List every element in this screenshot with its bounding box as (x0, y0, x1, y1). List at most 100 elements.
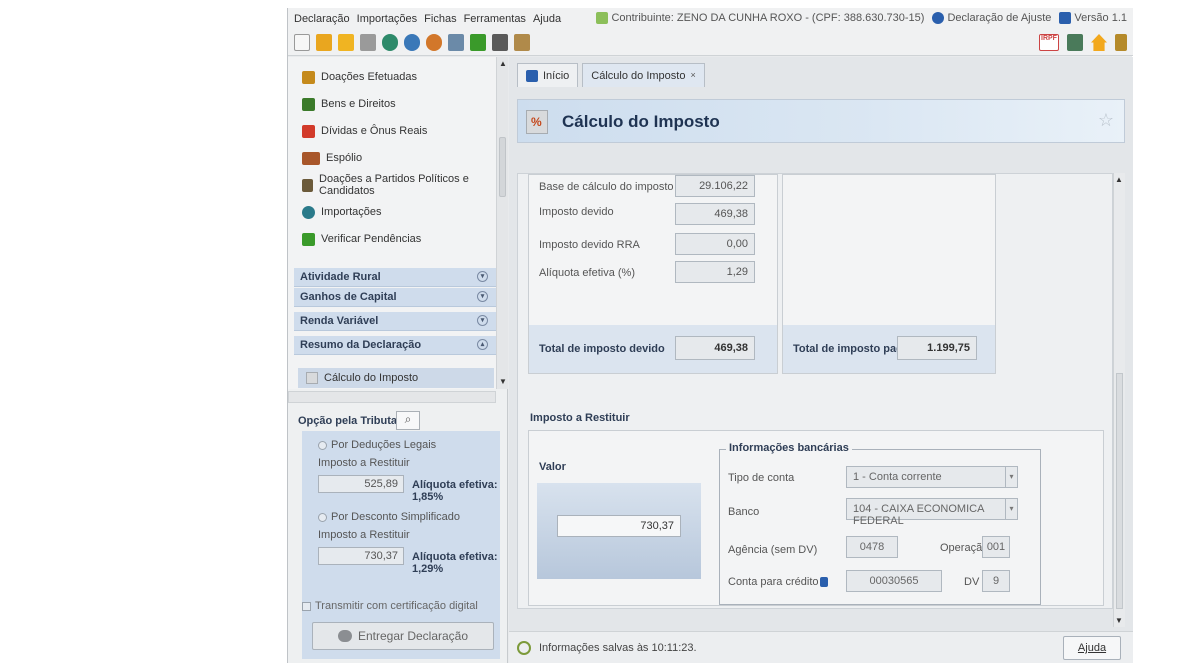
tab-bar: Início Cálculo do Imposto × (517, 63, 705, 87)
deducoes-sub: Imposto a Restituir (318, 457, 410, 469)
radio-icon[interactable] (318, 512, 327, 522)
tab-calculo[interactable]: Cálculo do Imposto × (582, 63, 705, 87)
agencia-field[interactable]: 0478 (846, 536, 898, 558)
sair-icon[interactable] (1115, 34, 1127, 51)
section-renda-variavel[interactable]: Renda Variável ▾ (294, 312, 496, 331)
sidebar-item-espolio[interactable]: Espólio (302, 148, 362, 168)
main-area: Início Cálculo do Imposto× Cálculo do Im… (509, 57, 1133, 663)
radio-simplificado[interactable]: Por Desconto Simplificado (318, 511, 460, 523)
entregar-button[interactable]: Entregar Declaração (312, 622, 494, 650)
imposto-devido-value: 469,38 (675, 203, 755, 225)
calculo-icon (526, 110, 548, 134)
calculator-icon[interactable] (492, 34, 508, 51)
close-icon[interactable]: × (690, 70, 695, 80)
info-icon[interactable] (820, 577, 828, 587)
sidebar-item-importacoes[interactable]: Importações (302, 202, 382, 222)
scroll-up-icon[interactable]: ▲ (498, 59, 508, 69)
bens-icon (302, 97, 315, 111)
checkbox-icon[interactable] (302, 601, 311, 611)
search-button[interactable]: ⌕ (396, 411, 420, 430)
menu-fichas[interactable]: Fichas (424, 13, 456, 25)
open-icon[interactable] (316, 34, 332, 51)
chevron-down-icon[interactable]: ▾ (1005, 499, 1017, 519)
radio-deducoes[interactable]: Por Deduções Legais (318, 439, 436, 451)
imposto-rra-value: 0,00 (675, 233, 755, 255)
sidebar-item-pendencias[interactable]: Verificar Pendências (302, 229, 421, 249)
saved-icon (517, 641, 531, 655)
check-icon[interactable] (470, 34, 486, 51)
check-icon (302, 232, 315, 246)
calculo-icon (306, 372, 318, 384)
search-icon: ⌕ (404, 412, 412, 426)
base-calculo-value: 29.106,22 (675, 175, 755, 197)
total-devido-value: 469,38 (675, 336, 755, 360)
scroll-down-icon[interactable]: ▼ (498, 377, 508, 387)
chevron-down-icon[interactable]: ▾ (477, 271, 488, 282)
scroll-down-icon[interactable]: ▼ (1115, 616, 1123, 625)
scroll-up-icon[interactable]: ▲ (1115, 175, 1123, 184)
versao-info: Versão 1.1 (1059, 12, 1127, 25)
aliquota-label: Alíquota efetiva (%) (539, 267, 635, 279)
globe-icon[interactable] (426, 34, 442, 51)
simplificado-aliq: Alíquota efetiva: 1,29% (412, 551, 498, 575)
total-pago-label: Total de imposto pago (793, 343, 910, 355)
partidos-icon (302, 178, 314, 192)
tipo-conta-select[interactable]: 1 - Conta corrente ▾ (846, 466, 1018, 488)
sidebar: Doações Efetuadas Bens e Direitos Dívida… (288, 57, 508, 663)
ajuda-button[interactable]: Ajuda (1063, 636, 1121, 660)
menu-ferramentas[interactable]: Ferramentas (464, 13, 526, 25)
home-icon[interactable] (1091, 34, 1107, 51)
radio-icon[interactable] (318, 440, 327, 450)
total-devido-band: Total de imposto devido 469,38 (529, 325, 777, 373)
print-icon[interactable] (448, 34, 464, 51)
imposto-devido-label: Imposto devido (539, 206, 614, 218)
receive-icon[interactable] (404, 34, 420, 51)
sidebar-hscrollbar[interactable] (288, 391, 496, 403)
chevron-down-icon[interactable]: ▾ (477, 291, 488, 302)
chevron-up-icon[interactable]: ▴ (477, 339, 488, 350)
banco-select[interactable]: 104 - CAIXA ECONOMICA FEDERAL ▾ (846, 498, 1018, 527)
menu-declaracao[interactable]: Declaração (294, 13, 350, 25)
doacoes-icon (302, 70, 315, 84)
transmit-icon[interactable] (382, 34, 398, 51)
operacao-field[interactable]: 001 (982, 536, 1010, 558)
sidebar-item-bens[interactable]: Bens e Direitos (302, 94, 396, 114)
total-pago-value: 1.199,75 (897, 336, 977, 360)
simplificado-value: 730,37 (318, 547, 404, 565)
sidebar-item-calculo[interactable]: Cálculo do Imposto (298, 368, 494, 388)
star-icon[interactable]: ☆ (1098, 110, 1114, 131)
new-icon[interactable] (294, 34, 310, 51)
calc-panel-pago: Total de imposto pago 1.199,75 (782, 174, 996, 374)
menu-bar: Declaração Importações Fichas Ferramenta… (288, 8, 1133, 30)
simplificado-sub: Imposto a Restituir (318, 529, 410, 541)
sidebar-item-partidos[interactable]: Doações a Partidos Políticos e Candidato… (302, 173, 496, 197)
chevron-down-icon[interactable]: ▾ (477, 315, 488, 326)
main-scrollbar[interactable]: ▲ ▼ (1113, 173, 1125, 627)
declaracao-info: Declaração de Ajuste (932, 12, 1051, 25)
section-ganhos-capital[interactable]: Ganhos de Capital ▾ (294, 288, 496, 307)
trash-icon[interactable] (360, 34, 376, 51)
base-calculo-label: Base de cálculo do imposto (539, 181, 674, 193)
imposto-rra-label: Imposto devido RRA (539, 239, 640, 251)
section-resumo[interactable]: Resumo da Declaração ▴ (294, 336, 496, 355)
scroll-thumb[interactable] (1116, 373, 1123, 609)
receita-icon[interactable] (1067, 34, 1083, 51)
sidebar-scrollbar[interactable]: ▲ ▼ (496, 57, 508, 389)
sidebar-item-dividas[interactable]: Dívidas e Ônus Reais (302, 121, 427, 141)
version-icon (1059, 12, 1072, 25)
book-icon[interactable] (514, 34, 530, 51)
conta-field[interactable]: 00030565 (846, 570, 942, 592)
menu-importacoes[interactable]: Importações (357, 13, 418, 25)
importacoes-icon (302, 205, 315, 219)
scroll-thumb[interactable] (499, 137, 506, 197)
menu-ajuda[interactable]: Ajuda (533, 13, 561, 25)
dv-field[interactable]: 9 (982, 570, 1010, 592)
chevron-down-icon[interactable]: ▾ (1005, 467, 1017, 487)
irpf-badge[interactable]: IRPF (1039, 34, 1059, 51)
section-atividade-rural[interactable]: Atividade Rural ▾ (294, 268, 496, 287)
folder-icon[interactable] (338, 34, 354, 51)
transmitir-checkbox[interactable]: Transmitir com certificação digital (302, 600, 478, 612)
sidebar-item-doacoes[interactable]: Doações Efetuadas (302, 67, 417, 87)
tab-inicio[interactable]: Início (517, 63, 579, 87)
restituir-panel: Valor 730,37 Informações bancárias Tipo … (528, 430, 1104, 606)
